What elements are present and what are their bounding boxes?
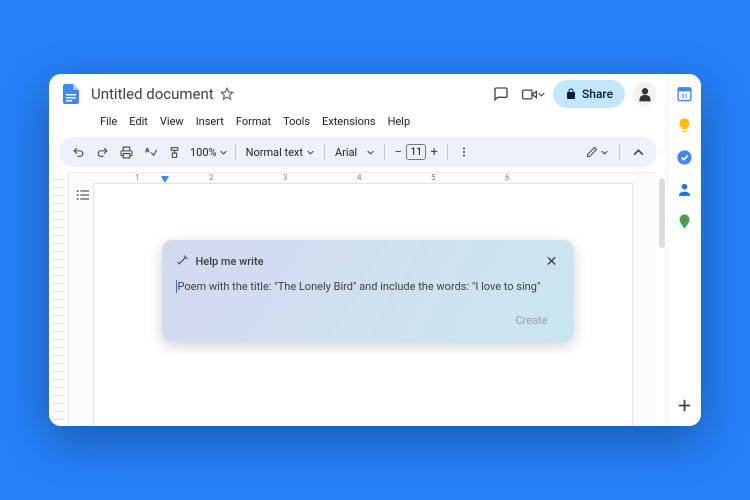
menu-extensions[interactable]: Extensions [317, 113, 381, 130]
tasks-icon[interactable] [676, 148, 694, 166]
document-page[interactable]: Help me write ✕ Poem with the title: "Th… [93, 183, 633, 426]
editing-mode-button[interactable] [582, 141, 612, 163]
menu-help[interactable]: Help [383, 113, 416, 130]
menu-edit[interactable]: Edit [124, 113, 153, 130]
create-button[interactable]: Create [503, 309, 559, 332]
help-me-write-card: Help me write ✕ Poem with the title: "Th… [162, 240, 574, 342]
menubar: File Edit View Insert Format Tools Exten… [49, 110, 667, 132]
menu-view[interactable]: View [155, 113, 189, 130]
menu-format[interactable]: Format [231, 113, 276, 130]
font-size-input[interactable]: 11 [406, 144, 426, 160]
side-panel: 31 [667, 74, 701, 426]
zoom-select[interactable]: 100% [187, 146, 230, 159]
menu-insert[interactable]: Insert [191, 113, 229, 130]
collapse-toolbar-button[interactable] [627, 141, 649, 163]
more-button[interactable] [453, 141, 475, 163]
text-cursor [176, 280, 177, 293]
chevron-down-icon [538, 91, 545, 98]
toolbar: 100% Normal text Arial − 11 + [59, 137, 657, 167]
share-label: Share [582, 87, 613, 101]
document-title[interactable]: Untitled document [91, 85, 214, 103]
menu-file[interactable]: File [95, 113, 122, 130]
spellcheck-button[interactable] [139, 141, 161, 163]
app-window: Untitled document Share [49, 74, 701, 426]
titlebar: Untitled document Share [49, 74, 667, 110]
calendar-icon[interactable]: 31 [676, 84, 694, 102]
share-button[interactable]: Share [553, 80, 625, 108]
star-icon[interactable] [220, 87, 234, 101]
chevron-down-icon [220, 149, 227, 156]
font-size-increase[interactable]: + [426, 143, 442, 161]
font-size-decrease[interactable]: − [390, 143, 406, 161]
print-button[interactable] [115, 141, 137, 163]
font-select[interactable]: Arial [330, 146, 379, 159]
avatar[interactable] [633, 82, 657, 106]
contacts-icon[interactable] [676, 180, 694, 198]
chevron-down-icon [307, 149, 314, 156]
help-me-write-title: Help me write [196, 255, 264, 268]
chevron-down-icon [367, 149, 374, 156]
chevron-down-icon [601, 149, 608, 156]
close-icon[interactable]: ✕ [544, 254, 560, 270]
redo-button[interactable] [91, 141, 113, 163]
undo-button[interactable] [67, 141, 89, 163]
svg-text:31: 31 [681, 93, 688, 99]
lock-icon [565, 88, 577, 100]
comments-icon[interactable] [488, 81, 514, 107]
prompt-input[interactable]: Poem with the title: "The Lonely Bird" a… [176, 277, 560, 293]
keep-icon[interactable] [676, 116, 694, 134]
magic-wand-icon [176, 252, 189, 271]
vertical-ruler [49, 172, 69, 426]
paint-format-button[interactable] [163, 141, 185, 163]
scroll-thumb[interactable] [659, 178, 665, 248]
paragraph-style-select[interactable]: Normal text [241, 146, 319, 159]
maps-icon[interactable] [676, 212, 694, 230]
add-icon[interactable] [676, 396, 694, 414]
meet-button[interactable] [522, 87, 545, 102]
outline-toggle-button[interactable] [75, 187, 93, 205]
menu-tools[interactable]: Tools [278, 113, 315, 130]
docs-logo[interactable] [59, 82, 83, 106]
scrollbar[interactable] [656, 172, 667, 426]
